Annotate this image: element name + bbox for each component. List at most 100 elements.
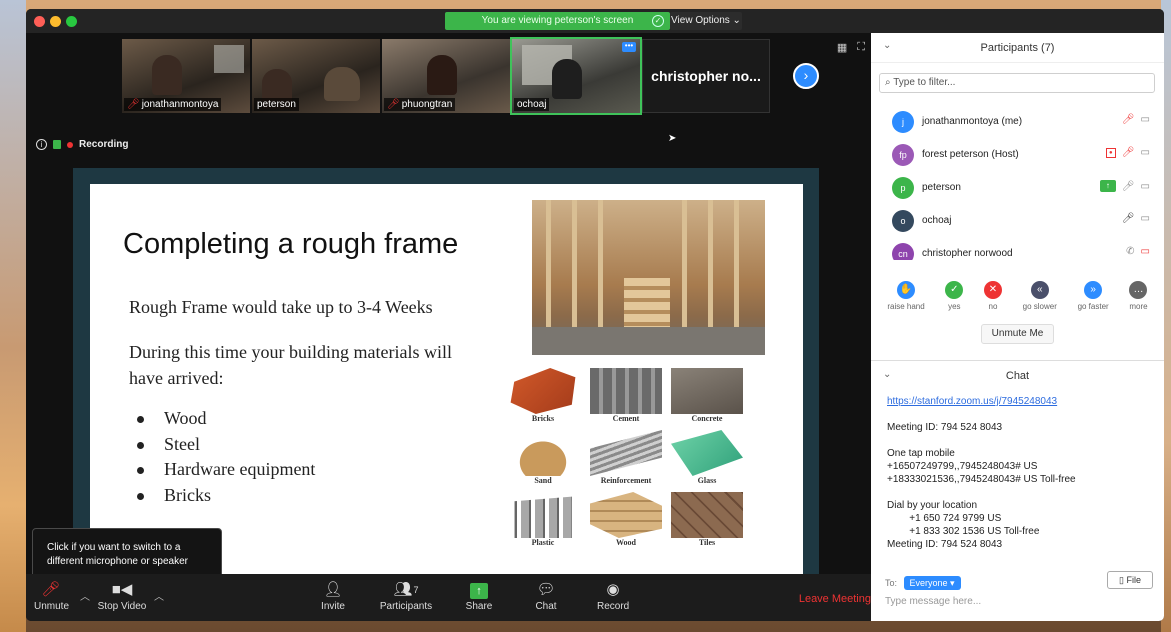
record-label: Record [597, 601, 630, 612]
video-camera-icon: ■◀ [111, 581, 133, 598]
search-icon: ⌕ [885, 77, 894, 88]
video-thumb-christopher[interactable]: christopher no... [642, 39, 770, 113]
reaction-label: raise hand [887, 302, 925, 311]
view-options-button[interactable]: View Options ⌄ [670, 12, 742, 30]
list-item: Hardware equipment [137, 457, 315, 483]
shield-icon: ✓ [652, 15, 664, 27]
fullscreen-icon[interactable]: ⛶ [857, 41, 865, 54]
go-slower-button[interactable]: « go slower [1023, 281, 1057, 311]
list-item: Wood [137, 406, 315, 432]
lock-icon[interactable] [53, 140, 61, 149]
unmute-button[interactable]: 🎤︎ Unmute [34, 579, 69, 612]
participants-header: ⌄ Participants (7) [871, 33, 1164, 63]
divider [871, 360, 1164, 361]
recipient-dropdown[interactable]: Everyone ▾ [903, 576, 961, 590]
muted-mic-icon: 🎤︎ [1121, 114, 1135, 125]
nonverbal-feedback-bar: ✋ raise hand ✓ yes ✕ no « go slower » go… [871, 281, 1164, 311]
viewing-share-banner: You are viewing peterson's screen ✓ [445, 12, 670, 30]
file-button[interactable]: ▯ File [1107, 571, 1153, 589]
reaction-label: go faster [1077, 302, 1109, 311]
more-button[interactable]: … more [1129, 281, 1148, 311]
concrete-image [671, 368, 743, 414]
audio-options-caret-icon[interactable]: ︿ [80, 588, 90, 603]
video-thumb-ochoaj[interactable]: ••• ochoaj [510, 37, 642, 115]
chat-button[interactable]: 💬︎ Chat [535, 579, 557, 612]
reaction-label: go slower [1022, 302, 1057, 311]
participant-filter-input[interactable]: ⌕ Type to filter... [879, 73, 1155, 93]
recording-icon: ● [1105, 147, 1116, 158]
participant-row[interactable]: cn christopher norwood ✆ ▭ [871, 238, 1164, 260]
participant-status-icons: 🎤︎ ▭ [1122, 213, 1150, 224]
share-screen-icon: ↑ [465, 579, 493, 601]
info-icon[interactable]: i [36, 139, 47, 150]
reaction-label: no [988, 302, 998, 311]
material-reinforcement: Reinforcement [582, 430, 670, 490]
material-wood: Wood [582, 492, 670, 552]
video-thumb-peterson[interactable]: peterson [252, 39, 380, 113]
raise-hand-icon: ✋ [897, 281, 915, 299]
meeting-link[interactable]: https://stanford.zoom.us/j/7945248043 [887, 396, 1057, 407]
participants-chat-panel: ⌄ Participants (7) ⌕ Type to filter... j… [871, 33, 1164, 621]
zoom-window: You are viewing peterson's screen ✓ View… [26, 9, 1164, 621]
participant-row[interactable]: j jonathanmontoya (me) 🎤︎ ▭ [871, 106, 1164, 139]
participants-title: Participants (7) [980, 42, 1055, 54]
thumb-background [214, 45, 244, 73]
reaction-label: yes [948, 302, 961, 311]
more-options-icon[interactable]: ••• [622, 42, 636, 52]
close-window-button[interactable] [34, 16, 45, 27]
go-faster-button[interactable]: » go faster [1078, 281, 1109, 311]
thumb-label: 🎤︎ jonathanmontoya [124, 98, 222, 111]
material-label: Wood [615, 538, 636, 547]
bullet-text: Steel [164, 433, 200, 454]
material-concrete: Concrete [670, 368, 744, 428]
participant-row[interactable]: o ochoaj 🎤︎ ▭ [871, 205, 1164, 238]
chat-message-input[interactable]: Type message here... [885, 596, 1150, 607]
screen-share-icon: ↑ [1099, 180, 1116, 192]
list-item: Steel [137, 432, 315, 458]
bullet-text: Hardware equipment [164, 459, 316, 479]
invite-button[interactable]: 👤︎ Invite [320, 579, 346, 612]
slide-text-line: Rough Frame would take up to 3-4 Weeks [129, 297, 433, 317]
video-thumb-phuongtran[interactable]: 🎤︎ phuongtran [382, 39, 510, 113]
material-label: Plastic [531, 538, 555, 547]
participant-name: jonathanmontoya (me) [922, 116, 1023, 127]
share-button[interactable]: ↑ Share [465, 579, 493, 612]
bricks-image [510, 368, 576, 414]
participant-status-icons: ● 🎤︎ ▭ [1105, 147, 1150, 158]
file-label: File [1126, 575, 1141, 585]
leave-meeting-button[interactable]: Leave Meeting [799, 593, 871, 605]
thumb-name-text: ochoaj [517, 99, 547, 110]
video-thumb-jonathanmontoya[interactable]: 🎤︎ jonathanmontoya [122, 39, 250, 113]
phone-icon: ✆ [1126, 246, 1135, 257]
title-bar: You are viewing peterson's screen ✓ View… [26, 9, 1164, 33]
slide-bullet-list: Wood Steel Hardware equipment Bricks [137, 406, 315, 508]
thumb-person [552, 59, 582, 99]
material-label: Reinforcement [600, 476, 652, 485]
avatar: o [892, 210, 914, 232]
participant-row[interactable]: p peterson ↑ 🎤︎ ▭ [871, 172, 1164, 205]
avatar: fp [892, 144, 914, 166]
no-button[interactable]: ✕ no [984, 281, 1002, 311]
camera-icon: ▭ [1140, 114, 1150, 125]
video-options-caret-icon[interactable]: ︿ [154, 588, 164, 603]
participants-button[interactable]: 👥︎7 Participants [378, 579, 434, 612]
raise-hand-button[interactable]: ✋ raise hand [887, 281, 925, 311]
next-page-button[interactable]: › [793, 63, 819, 89]
stop-video-button[interactable]: ■◀ Stop Video [96, 579, 148, 612]
share-label: Share [465, 601, 493, 612]
participants-icon: 👥︎7 [393, 581, 419, 598]
participant-name: ochoaj [922, 215, 952, 226]
zoom-window-button[interactable] [66, 16, 77, 27]
avatar: cn [892, 243, 914, 260]
unmute-me-button[interactable]: Unmute Me [981, 324, 1054, 344]
thumb-name-text: jonathanmontoya [141, 99, 219, 110]
participant-name: forest peterson (Host) [922, 149, 1019, 160]
record-button[interactable]: ◉ Record [597, 579, 629, 612]
yes-button[interactable]: ✓ yes [945, 281, 964, 311]
presentation-slide: Completing a rough frame Rough Frame wou… [90, 184, 803, 576]
add-person-icon: 👤︎ [323, 581, 343, 598]
participant-row[interactable]: fp forest peterson (Host) ● 🎤︎ ▭ [871, 139, 1164, 172]
reinforcement-image [590, 430, 662, 476]
minimize-window-button[interactable] [50, 16, 61, 27]
gallery-layout-icon[interactable]: ▦ [837, 41, 847, 54]
